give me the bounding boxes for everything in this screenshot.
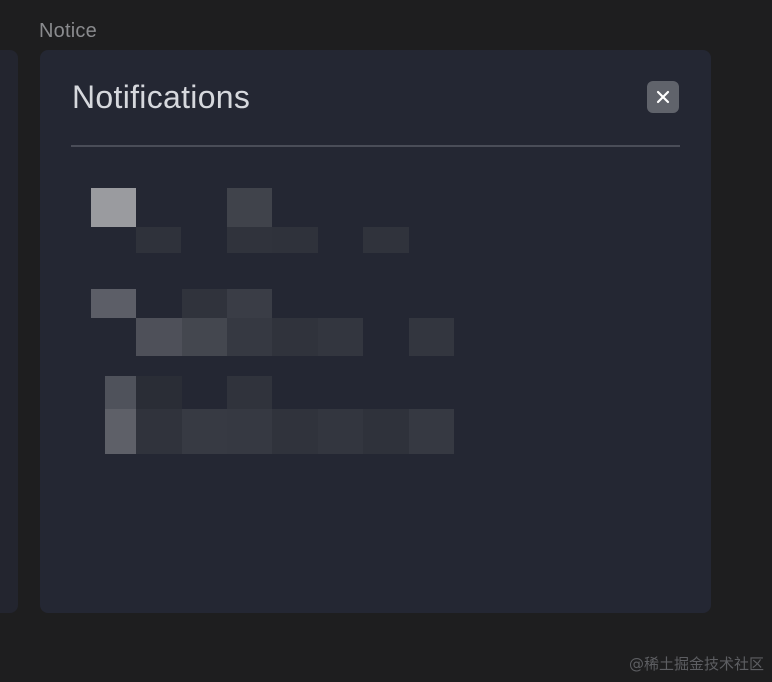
- pixelated-block: [182, 318, 227, 356]
- pixelated-block: [318, 409, 363, 454]
- pixelated-block: [105, 376, 136, 409]
- pixelated-block: [363, 409, 409, 454]
- pixelated-block: [136, 376, 182, 409]
- pixelated-block: [182, 289, 227, 318]
- pixelated-block: [272, 318, 318, 356]
- pixelated-block: [318, 318, 363, 356]
- pixelated-block: [227, 289, 272, 318]
- pixelated-block: [272, 409, 318, 454]
- watermark-text: @稀土掘金技术社区: [628, 655, 764, 673]
- left-panel: [0, 50, 18, 613]
- pixelated-block: [91, 289, 136, 318]
- pixelated-block: [136, 318, 182, 356]
- obscured-notification-content: [40, 50, 711, 613]
- section-label: Notice: [39, 20, 97, 42]
- pixelated-block: [363, 227, 409, 253]
- pixelated-block: [136, 227, 181, 253]
- pixelated-block: [136, 409, 182, 454]
- pixelated-block: [91, 188, 136, 227]
- pixelated-block: [227, 227, 272, 253]
- pixelated-block: [409, 409, 454, 454]
- pixelated-block: [272, 227, 318, 253]
- notifications-card: Notifications: [40, 50, 711, 613]
- pixelated-block: [409, 318, 454, 356]
- pixelated-block: [227, 409, 272, 454]
- pixelated-block: [227, 318, 272, 356]
- pixelated-block: [227, 188, 272, 227]
- pixelated-block: [227, 376, 272, 409]
- pixelated-block: [182, 409, 227, 454]
- pixelated-block: [105, 409, 136, 454]
